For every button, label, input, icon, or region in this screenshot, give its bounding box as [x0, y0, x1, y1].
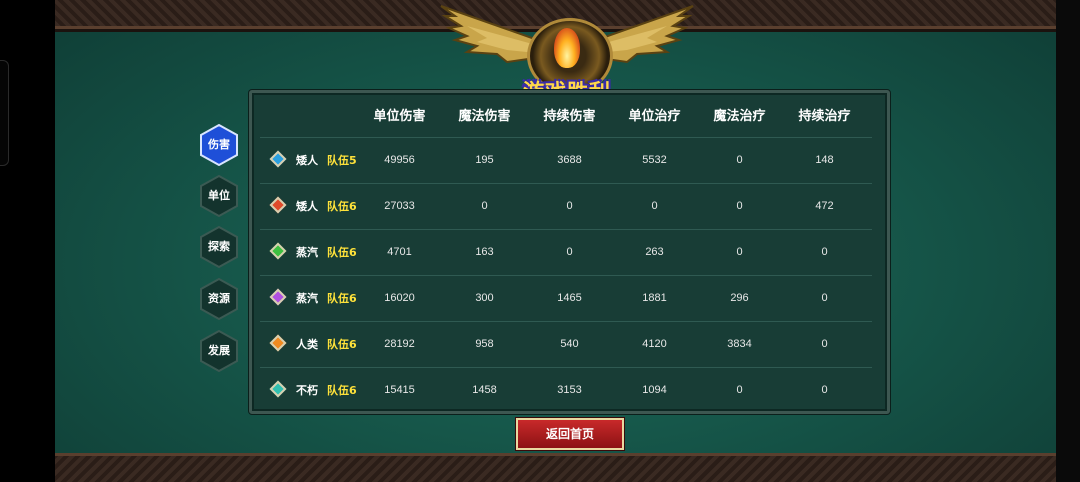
cell-value: 16020: [384, 292, 415, 304]
cell-value: 540: [560, 338, 579, 350]
cell-value: 0: [821, 384, 828, 396]
tab-explore-label: 探索: [208, 240, 230, 253]
race-name: 蒸汽: [296, 292, 318, 305]
race-name: 矮人: [296, 154, 318, 167]
cell-value: 15415: [384, 384, 415, 396]
right-screen-edge: [1056, 0, 1080, 482]
gem-icon: [269, 334, 287, 352]
cell-value: 3834: [727, 338, 752, 350]
cell-value: 0: [821, 338, 828, 350]
team-name: 队伍5: [327, 154, 357, 167]
table-row: 蒸汽 队伍6 4701 163 0 263 0 0: [260, 229, 872, 275]
cell-value: 49956: [384, 154, 415, 166]
gem-icon: [269, 288, 287, 306]
tab-damage-label: 伤害: [208, 138, 230, 151]
cell-value: 296: [730, 292, 749, 304]
cell-value: 1465: [557, 292, 582, 304]
cell-value: 0: [566, 200, 573, 212]
cell-value: 4701: [387, 246, 412, 258]
cell-value: 5532: [642, 154, 667, 166]
race-name: 蒸汽: [296, 246, 318, 259]
table-row: 人类 队伍6 28192 958 540 4120 3834 0: [260, 321, 872, 367]
tab-resources[interactable]: 资源: [200, 278, 238, 320]
col-sustained-damage: 持续伤害: [543, 109, 596, 124]
cell-value: 0: [736, 200, 743, 212]
camera-notch: [0, 60, 9, 166]
col-magic-damage: 魔法伤害: [458, 109, 511, 124]
col-magic-heal: 魔法治疗: [713, 109, 766, 124]
table-row: 矮人 队伍5 49956 195 3688 5532 0 148: [260, 137, 872, 183]
cell-value: 1881: [642, 292, 667, 304]
cell-value: 0: [736, 384, 743, 396]
table-header: 单位伤害 魔法伤害 持续伤害 单位治疗 魔法治疗 持续治疗: [260, 97, 872, 137]
cell-value: 0: [481, 200, 488, 212]
cell-value: 0: [566, 246, 573, 258]
cell-value: 0: [821, 292, 828, 304]
stats-panel: 单位伤害 魔法伤害 持续伤害 单位治疗 魔法治疗 持续治疗 矮人 队伍5 499…: [249, 90, 890, 414]
team-name: 队伍6: [327, 384, 357, 397]
cell-value: 195: [475, 154, 494, 166]
race-name: 矮人: [296, 200, 318, 213]
cell-value: 0: [736, 246, 743, 258]
col-sustained-heal: 持续治疗: [798, 109, 851, 124]
cell-value: 472: [815, 200, 834, 212]
flame-icon: [554, 28, 580, 68]
cell-value: 0: [736, 154, 743, 166]
stats-table: 单位伤害 魔法伤害 持续伤害 单位治疗 魔法治疗 持续治疗 矮人 队伍5 499…: [260, 97, 872, 413]
cell-value: 4120: [642, 338, 667, 350]
game-stage: 游戏胜利 伤害 单位 探索 资源 发展 单位伤害: [55, 0, 1056, 482]
cell-value: 1094: [642, 384, 667, 396]
table-row: 不朽 队伍6 15415 1458 3153 1094 0 0: [260, 367, 872, 413]
cell-value: 300: [475, 292, 494, 304]
col-unit-damage: 单位伤害: [373, 109, 426, 124]
tab-explore[interactable]: 探索: [200, 226, 238, 268]
cell-value: 148: [815, 154, 834, 166]
cell-value: 0: [651, 200, 658, 212]
cell-value: 958: [475, 338, 494, 350]
cell-value: 3153: [557, 384, 582, 396]
cell-value: 263: [645, 246, 664, 258]
race-name: 不朽: [296, 384, 318, 397]
col-unit-heal: 单位治疗: [628, 109, 681, 124]
cell-value: 163: [475, 246, 494, 258]
team-name: 队伍6: [327, 338, 357, 351]
team-name: 队伍6: [327, 246, 357, 259]
return-home-button[interactable]: 返回首页: [516, 418, 624, 450]
gem-icon: [269, 380, 287, 398]
race-name: 人类: [296, 338, 318, 351]
tab-units-label: 单位: [208, 189, 230, 202]
table-row: 蒸汽 队伍6 16020 300 1465 1881 296 0: [260, 275, 872, 321]
tab-resources-label: 资源: [208, 292, 230, 305]
table-row: 矮人 队伍6 27033 0 0 0 0 472: [260, 183, 872, 229]
cell-value: 0: [821, 246, 828, 258]
gem-icon: [269, 196, 287, 214]
gem-icon: [269, 242, 287, 260]
tab-units[interactable]: 单位: [200, 175, 238, 217]
team-name: 队伍6: [327, 292, 357, 305]
bottom-frame-border: [55, 453, 1056, 482]
tab-development[interactable]: 发展: [200, 330, 238, 372]
gem-icon: [269, 150, 287, 168]
cell-value: 1458: [472, 384, 497, 396]
cell-value: 27033: [384, 200, 415, 212]
tab-development-label: 发展: [208, 344, 230, 357]
tab-damage[interactable]: 伤害: [200, 124, 238, 166]
team-name: 队伍6: [327, 200, 357, 213]
cell-value: 28192: [384, 338, 415, 350]
cell-value: 3688: [557, 154, 582, 166]
